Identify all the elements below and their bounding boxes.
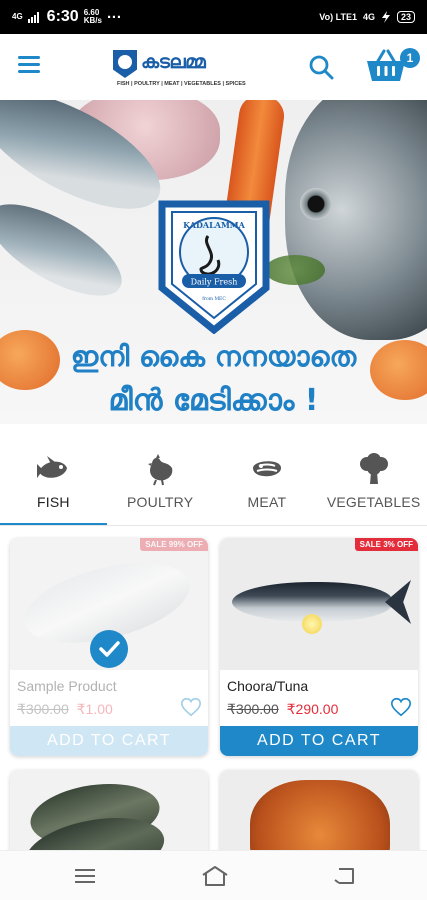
badge-tagline: Daily Fresh bbox=[191, 278, 238, 287]
status-bar: 4G 6:30 6.60 KB/s ··· Vo) LTE1 4G 23 bbox=[0, 0, 427, 34]
heart-icon bbox=[181, 697, 201, 717]
signal-icon bbox=[27, 12, 39, 23]
search-icon bbox=[309, 55, 334, 80]
clock: 6:30 bbox=[46, 8, 79, 25]
tab-fish[interactable]: FISH bbox=[0, 440, 107, 526]
product-card[interactable]: SALE 3% OFF Choora/Tuna ₹300.00 ₹290.00 … bbox=[220, 538, 418, 756]
more-notifications: ··· bbox=[106, 8, 122, 26]
logo-emblem-icon bbox=[113, 50, 137, 78]
product-prices: ₹300.00 ₹1.00 bbox=[17, 701, 113, 718]
app-bar: കടലമ്മ FISH | POULTRY | MEAT | VEGETABLE… bbox=[0, 34, 427, 100]
old-price: ₹300.00 bbox=[17, 701, 69, 717]
product-name: Choora/Tuna bbox=[227, 678, 309, 694]
tab-fish-label: FISH bbox=[37, 494, 70, 510]
chicken-icon bbox=[148, 454, 173, 486]
broccoli-icon bbox=[359, 453, 388, 484]
sale-price: ₹290.00 bbox=[286, 701, 339, 717]
category-tabs: FISH POULTRY MEAT VEGETABLES bbox=[0, 440, 427, 526]
home-button[interactable] bbox=[201, 865, 229, 887]
lemon-garnish-image bbox=[302, 614, 322, 634]
add-to-cart-button[interactable]: ADD TO CART bbox=[220, 726, 418, 756]
sale-price: ₹1.00 bbox=[76, 701, 113, 717]
back-button[interactable] bbox=[333, 865, 357, 887]
add-to-cart-button[interactable]: ADD TO CART bbox=[10, 726, 208, 756]
tuna-tail-image bbox=[385, 580, 411, 624]
meat-icon bbox=[252, 461, 281, 477]
network-right-indicator: 4G bbox=[362, 12, 375, 22]
back-icon bbox=[334, 868, 354, 884]
product-prices: ₹300.00 ₹290.00 bbox=[227, 701, 338, 718]
kadalamma-badge-icon: KADALAMMA Daily Fresh from MEC bbox=[158, 200, 270, 334]
banner-tagline-line2: മീൻ മേടിക്കാം ! bbox=[108, 383, 319, 418]
herb-image bbox=[265, 255, 325, 285]
menu-icon bbox=[18, 56, 40, 59]
fish-icon bbox=[37, 456, 68, 478]
speed-readout: 6.60 KB/s bbox=[84, 9, 102, 25]
tab-meat-label: MEAT bbox=[247, 494, 287, 510]
product-image bbox=[220, 538, 418, 670]
heart-icon bbox=[391, 697, 411, 717]
sale-badge: SALE 99% OFF bbox=[140, 538, 208, 551]
check-icon bbox=[99, 641, 120, 657]
search-button[interactable] bbox=[308, 54, 334, 80]
fish-head-image bbox=[285, 100, 427, 340]
promo-banner[interactable]: KADALAMMA Daily Fresh from MEC ഇനി കൈ നന… bbox=[0, 100, 427, 424]
added-check-badge bbox=[90, 630, 128, 668]
badge-from: from MEC bbox=[202, 296, 226, 302]
brand-logo[interactable]: കടലമ്മ FISH | POULTRY | MEAT | VEGETABLE… bbox=[113, 50, 246, 90]
badge-brand: KADALAMMA bbox=[183, 220, 246, 230]
product-name: Sample Product bbox=[17, 678, 117, 694]
menu-button[interactable] bbox=[18, 56, 40, 74]
tabs-divider bbox=[0, 525, 427, 526]
charging-icon bbox=[381, 11, 390, 23]
tab-poultry[interactable]: POULTRY bbox=[107, 440, 214, 526]
home-icon bbox=[202, 866, 228, 886]
tab-poultry-label: POULTRY bbox=[127, 494, 194, 510]
speed-unit: KB/s bbox=[83, 16, 102, 25]
old-price: ₹300.00 bbox=[227, 701, 279, 717]
fish-eye-image bbox=[300, 188, 332, 220]
tab-vegetables[interactable]: VEGETABLES bbox=[320, 440, 427, 526]
logo-text: കടലമ്മ bbox=[141, 52, 206, 73]
volte-indicator: Vo) LTE1 bbox=[319, 12, 357, 22]
sale-badge: SALE 3% OFF bbox=[354, 538, 418, 551]
banner-tagline-line1: ഇനി കൈ നനയാതെ bbox=[70, 340, 357, 373]
wishlist-button[interactable] bbox=[180, 696, 202, 718]
logo-subtitle: FISH | POULTRY | MEAT | VEGETABLES | SPI… bbox=[117, 81, 246, 87]
battery-indicator: 23 bbox=[396, 11, 415, 23]
cart-count-badge: 1 bbox=[400, 48, 420, 68]
tab-vegetables-label: VEGETABLES bbox=[326, 494, 421, 510]
wishlist-button[interactable] bbox=[390, 696, 412, 718]
network-indicator: 4G bbox=[12, 12, 23, 21]
product-card[interactable]: SALE 99% OFF Sample Product ₹300.00 ₹1.0… bbox=[10, 538, 208, 756]
recent-apps-button[interactable] bbox=[73, 865, 97, 887]
tab-meat[interactable]: MEAT bbox=[214, 440, 321, 526]
cart-button[interactable]: 1 bbox=[366, 48, 420, 85]
system-nav-bar bbox=[0, 850, 427, 900]
menu-lines-icon bbox=[75, 869, 95, 883]
